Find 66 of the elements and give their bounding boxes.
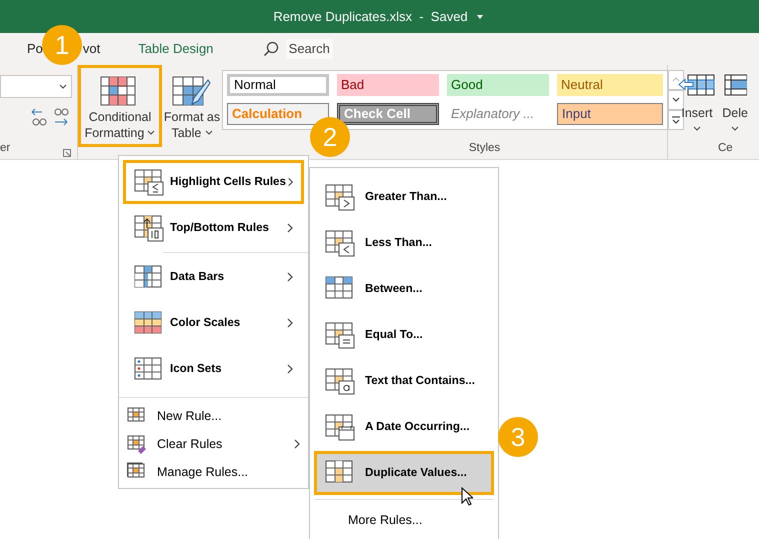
- cell-style[interactable]: Neutral: [557, 74, 663, 96]
- menu-item[interactable]: Duplicate Values...: [314, 451, 494, 495]
- ribbon-button[interactable]: Insert: [678, 72, 716, 132]
- chevron-right-icon: [292, 437, 302, 451]
- gallery-scroll-button[interactable]: [668, 90, 684, 110]
- ribbon-tab-fragment[interactable]: vot: [82, 39, 100, 59]
- chevron-right-icon: [285, 221, 295, 235]
- menu-item[interactable]: Color Scales: [123, 301, 304, 345]
- chevron-down-icon: [59, 84, 67, 90]
- menu-item[interactable]: Text that Contains...: [314, 359, 494, 403]
- rule-icon: [134, 214, 164, 242]
- group-label: er: [0, 140, 10, 156]
- chevron-right-icon: [285, 270, 295, 284]
- rule-icon: [325, 229, 355, 257]
- table-brush-icon: [172, 76, 212, 106]
- menu-item[interactable]: New Rule...: [119, 402, 308, 430]
- menu-item[interactable]: Top/Bottom Rules: [123, 206, 304, 250]
- ribbon-button[interactable]: Format as Table: [162, 65, 222, 147]
- group-label: Ce: [718, 140, 734, 156]
- dropdown-field[interactable]: [0, 75, 72, 98]
- cell-style[interactable]: Good: [447, 74, 549, 96]
- search-icon: [263, 41, 280, 57]
- menu-item[interactable]: Equal To...: [314, 313, 494, 357]
- menu-item[interactable]: Between...: [314, 267, 494, 311]
- chevron-right-icon: [285, 362, 295, 376]
- menu-item[interactable]: A Date Occurring...: [314, 405, 494, 449]
- chevron-down-icon: [147, 130, 156, 136]
- cursor-icon: [461, 487, 473, 506]
- cell-style[interactable]: Bad: [337, 74, 439, 96]
- window-title: Remove Duplicates.xlsx - Saved: [273, 8, 468, 26]
- chevron-down-icon: [693, 126, 701, 132]
- menu-item[interactable]: Highlight Cells Rules: [123, 160, 304, 204]
- ribbon-button[interactable]: Dele: [722, 72, 748, 132]
- up-icon: [671, 76, 681, 84]
- rule-icon: [325, 367, 355, 395]
- rule-icon: [134, 168, 164, 196]
- insert-cells-icon: [678, 72, 716, 98]
- menu-item[interactable]: Icon Sets: [123, 347, 304, 391]
- chevron-down-icon: [204, 130, 212, 136]
- chevron-right-icon: [285, 316, 295, 330]
- rule-icon: [325, 321, 355, 349]
- menu-item[interactable]: Greater Than...: [314, 175, 494, 219]
- chevron-right-icon: [286, 175, 295, 189]
- rule-icon: [325, 183, 355, 211]
- menu-item[interactable]: Manage Rules...: [119, 458, 308, 486]
- ribbon-tab[interactable]: Po: [27, 39, 43, 59]
- decrease-decimal-icon: [30, 107, 47, 127]
- cell-style[interactable]: Normal: [227, 74, 329, 96]
- group-label: Styles: [468, 140, 500, 156]
- dialog-launcher-icon: [63, 149, 71, 157]
- cell-style[interactable]: Input: [557, 103, 663, 125]
- rule-icon: [325, 413, 355, 441]
- delete-cells-icon: [723, 72, 748, 98]
- menu-item[interactable]: More Rules...: [310, 506, 498, 534]
- menu-item[interactable]: Clear Rules: [119, 430, 308, 458]
- ribbon-button[interactable]: Conditional Formatting: [78, 65, 162, 147]
- more-icon: [671, 116, 681, 124]
- chevron-down-icon: [731, 126, 740, 132]
- down-icon: [671, 96, 681, 104]
- increase-decimal-icon: [53, 107, 69, 127]
- gallery-scroll-button[interactable]: [668, 110, 684, 130]
- menu-item[interactable]: Data Bars: [123, 255, 304, 299]
- step-badge: 3: [498, 417, 538, 457]
- menu-item[interactable]: Less Than...: [314, 221, 494, 265]
- ribbon-tab[interactable]: Table Design: [138, 39, 214, 59]
- rule-icon: [127, 434, 147, 454]
